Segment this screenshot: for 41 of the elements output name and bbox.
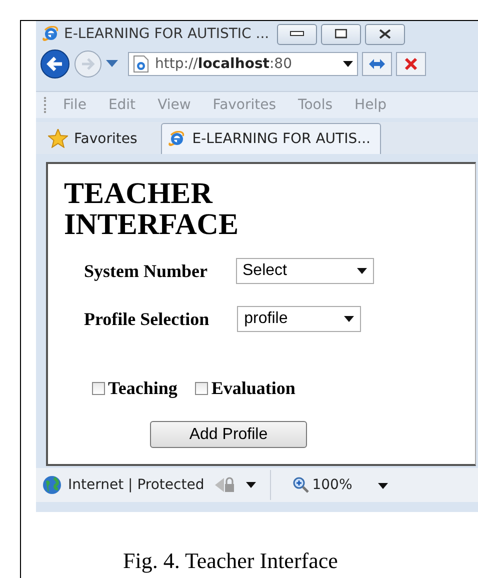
add-profile-button[interactable]: Add Profile [150,421,307,448]
field-label: Profile Selection [84,308,210,330]
caret-icon [343,61,353,67]
dropdown-arrow-icon[interactable] [106,60,118,68]
figure-caption: Fig. 4. Teacher Interface [123,548,339,574]
browser-logo-icon [42,26,60,42]
maximize-button[interactable] [321,24,362,44]
caret-icon [344,316,354,322]
close-icon [379,29,392,39]
zone-status: Internet | Protected [68,477,204,493]
checkbox-label: Evaluation [211,378,296,399]
close-button[interactable] [365,24,406,44]
dropdown-arrow-icon [246,482,256,488]
maximize-icon [335,29,348,39]
minimize-icon [290,31,304,37]
window-title: E-LEARNING FOR AUTISTIC ... [64,26,270,42]
magnifier-icon [293,477,310,493]
caret-icon [356,268,366,274]
browser-tab[interactable]: E-LEARNING FOR AUTIS... [161,123,382,154]
security-icon[interactable] [214,476,236,494]
checkbox-label: Teaching [108,378,178,399]
globe-icon [42,475,62,495]
favorites-button[interactable]: Favorites [36,129,148,154]
minimize-button[interactable] [277,24,318,44]
address-bar[interactable]: http://localhost:80 [128,52,358,76]
stop-icon [404,57,418,71]
refresh-icon [368,58,386,70]
back-button[interactable] [40,49,70,79]
browser-logo-icon [168,131,186,147]
zoom-control[interactable]: 100% [271,477,352,493]
page-icon [133,55,149,73]
stop-button[interactable] [396,52,426,76]
page-heading: TEACHER INTERFACE [64,178,240,240]
dropdown-field[interactable]: Select [236,258,374,284]
zoom-menu-arrow-icon [378,483,388,489]
checkbox[interactable] [195,382,208,395]
dropdown-field[interactable]: profile [237,306,362,332]
star-icon [48,129,68,148]
refresh-button[interactable] [362,52,392,76]
field-label: System Number [84,260,208,282]
checkbox[interactable] [92,382,105,395]
